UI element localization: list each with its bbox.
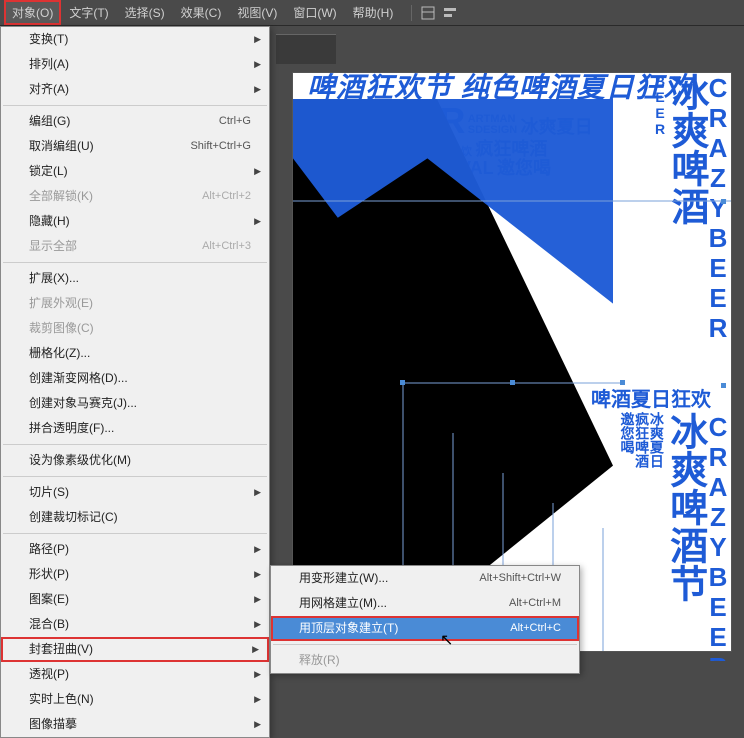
menu-item[interactable]: 混合(B) bbox=[1, 612, 269, 637]
poster-text-lower: 啤酒夏日狂欢 CRAZYBEER 冰爽啤酒节 冰爽夏日 疯狂啤酒 邀您喝 bbox=[591, 383, 731, 661]
menu-item[interactable]: 切片(S) bbox=[1, 480, 269, 505]
menu-item[interactable]: 对齐(A) bbox=[1, 77, 269, 102]
envelope-distort-submenu: 用变形建立(W)...Alt+Shift+Ctrl+W用网格建立(M)...Al… bbox=[270, 565, 580, 674]
menubar-object[interactable]: 对象(O) bbox=[4, 0, 61, 25]
menu-item: 全部解锁(K)Alt+Ctrl+2 bbox=[1, 184, 269, 209]
menu-item[interactable]: 变换(T) bbox=[1, 27, 269, 52]
menubar-type[interactable]: 文字(T) bbox=[61, 0, 116, 25]
submenu-item[interactable]: 用变形建立(W)...Alt+Shift+Ctrl+W bbox=[271, 566, 579, 591]
menu-item[interactable]: 创建裁切标记(C) bbox=[1, 505, 269, 530]
menu-item[interactable]: 封套扭曲(V) bbox=[1, 637, 269, 662]
menu-item[interactable]: 设为像素级优化(M) bbox=[1, 448, 269, 473]
menubar-effect[interactable]: 效果(C) bbox=[173, 0, 230, 25]
menu-item[interactable]: 创建对象马赛克(J)... bbox=[1, 391, 269, 416]
preferences-icon[interactable] bbox=[442, 5, 458, 21]
menu-item[interactable]: 栅格化(Z)... bbox=[1, 341, 269, 366]
menu-item[interactable]: 路径(P) bbox=[1, 537, 269, 562]
menu-item[interactable]: 图像描摹 bbox=[1, 712, 269, 737]
menu-item[interactable]: 实时上色(N) bbox=[1, 687, 269, 712]
submenu-item[interactable]: 用顶层对象建立(T)Alt+Ctrl+C bbox=[271, 616, 579, 641]
poster-text-vertical: CRAZYBEER 冰爽啤酒 BEER bbox=[601, 73, 731, 403]
menu-item[interactable]: 锁定(L) bbox=[1, 159, 269, 184]
menu-item: 扩展外观(E) bbox=[1, 291, 269, 316]
menu-item[interactable]: 拼合透明度(F)... bbox=[1, 416, 269, 441]
menubar-view[interactable]: 视图(V) bbox=[229, 0, 285, 25]
menu-item: 显示全部Alt+Ctrl+3 bbox=[1, 234, 269, 259]
menu-item[interactable]: 创建渐变网格(D)... bbox=[1, 366, 269, 391]
menubar-select[interactable]: 选择(S) bbox=[117, 0, 173, 25]
menubar-tool-group bbox=[411, 5, 458, 21]
document-tab[interactable] bbox=[276, 34, 336, 64]
menu-item: 裁剪图像(C) bbox=[1, 316, 269, 341]
menu-item[interactable]: 透视(P) bbox=[1, 662, 269, 687]
cursor-icon: ↖ bbox=[440, 630, 453, 650]
menubar-window[interactable]: 窗口(W) bbox=[285, 0, 344, 25]
menubar: 对象(O) 文字(T) 选择(S) 效果(C) 视图(V) 窗口(W) 帮助(H… bbox=[0, 0, 744, 26]
menu-item[interactable]: 扩展(X)... bbox=[1, 266, 269, 291]
menu-item[interactable]: 隐藏(H) bbox=[1, 209, 269, 234]
menu-item[interactable]: 取消编组(U)Shift+Ctrl+G bbox=[1, 134, 269, 159]
object-menu: 变换(T)排列(A)对齐(A) 编组(G)Ctrl+G取消编组(U)Shift+C… bbox=[0, 26, 270, 738]
menu-item[interactable]: 图案(E) bbox=[1, 587, 269, 612]
menu-item[interactable]: 排列(A) bbox=[1, 52, 269, 77]
doc-setup-icon[interactable] bbox=[420, 5, 436, 21]
menubar-help[interactable]: 帮助(H) bbox=[345, 0, 402, 25]
menu-item[interactable]: 形状(P) bbox=[1, 562, 269, 587]
submenu-item[interactable]: 用网格建立(M)...Alt+Ctrl+M bbox=[271, 591, 579, 616]
menu-item[interactable]: 编组(G)Ctrl+G bbox=[1, 109, 269, 134]
